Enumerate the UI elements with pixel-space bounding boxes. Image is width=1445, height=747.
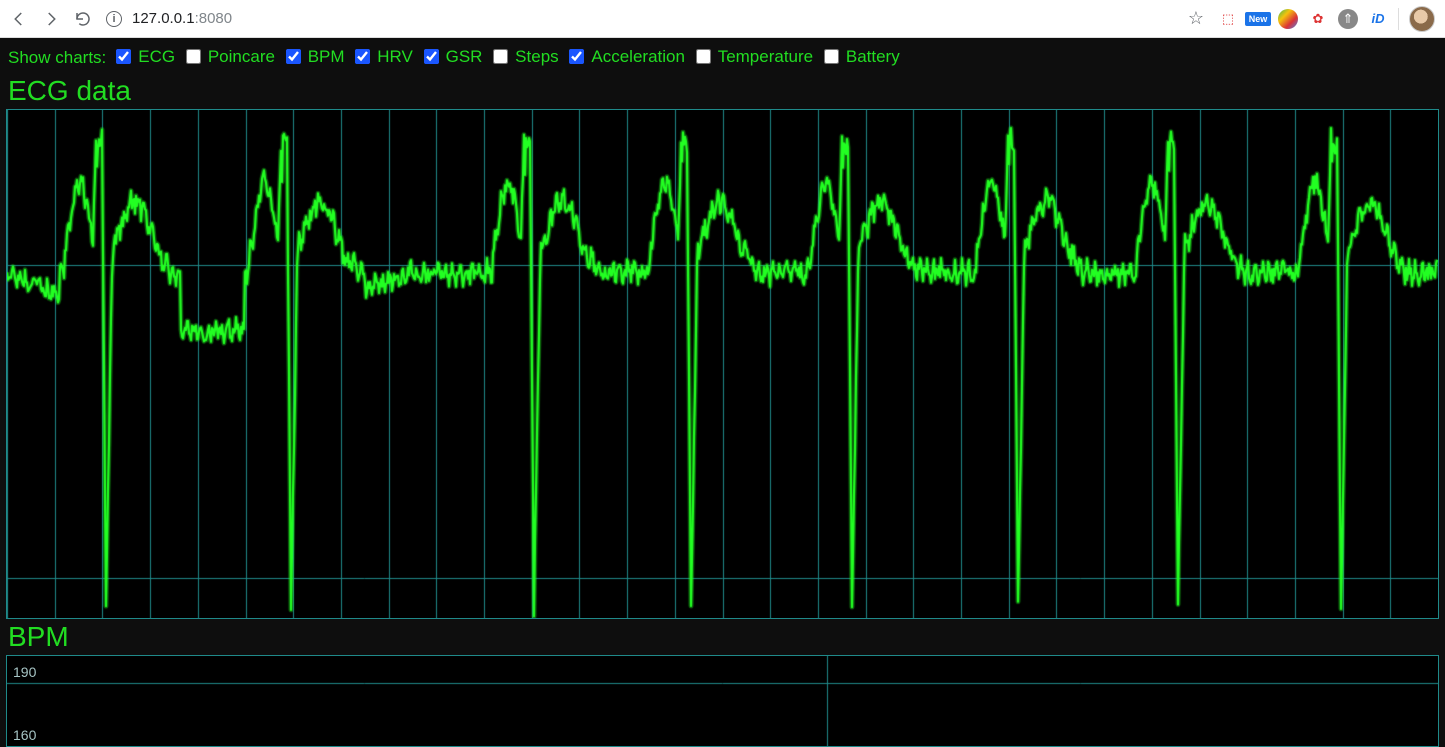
checkbox-poincare[interactable]: Poincare bbox=[182, 46, 275, 67]
site-info-icon[interactable]: i bbox=[106, 11, 122, 27]
checkbox-input-gsr[interactable] bbox=[424, 49, 439, 64]
checkbox-label-bpm: BPM bbox=[308, 47, 345, 67]
reload-button[interactable] bbox=[74, 10, 92, 28]
checkbox-input-temp[interactable] bbox=[696, 49, 711, 64]
profile-avatar[interactable] bbox=[1409, 6, 1435, 32]
bpm-chart-title: BPM bbox=[8, 621, 1439, 653]
checkbox-label-gsr: GSR bbox=[446, 47, 483, 67]
ecg-chart[interactable] bbox=[6, 109, 1439, 619]
checkbox-input-battery[interactable] bbox=[824, 49, 839, 64]
checkbox-gsr[interactable]: GSR bbox=[420, 46, 483, 67]
checkbox-label-poincare: Poincare bbox=[208, 47, 275, 67]
bpm-ytick-0: 190 bbox=[13, 664, 36, 680]
chart-visibility-controls: Show charts: ECG Poincare BPM HRV GSR St… bbox=[6, 44, 1439, 73]
extensions-area: ⬚ New ✿ ⇑ iD bbox=[1218, 6, 1435, 32]
checkbox-input-ecg[interactable] bbox=[116, 49, 131, 64]
browser-toolbar: i 127.0.0.1:8080 ☆ ⬚ New ✿ ⇑ iD bbox=[0, 0, 1445, 38]
separator bbox=[1398, 8, 1399, 30]
checkbox-battery[interactable]: Battery bbox=[820, 46, 900, 67]
checkbox-input-hrv[interactable] bbox=[355, 49, 370, 64]
controls-label: Show charts: bbox=[8, 48, 106, 68]
app-root: Show charts: ECG Poincare BPM HRV GSR St… bbox=[0, 38, 1445, 747]
checkbox-input-poincare[interactable] bbox=[186, 49, 201, 64]
checkbox-temp[interactable]: Temperature bbox=[692, 46, 813, 67]
address-bar[interactable]: i 127.0.0.1:8080 bbox=[106, 10, 1174, 27]
url-port: :8080 bbox=[195, 10, 233, 27]
bookmark-star-icon[interactable]: ☆ bbox=[1188, 8, 1204, 29]
checkbox-bpm[interactable]: BPM bbox=[282, 46, 345, 67]
checkbox-label-ecg: ECG bbox=[138, 47, 175, 67]
extension-icon-5[interactable]: ⇑ bbox=[1338, 9, 1358, 29]
extension-icon-3[interactable] bbox=[1278, 9, 1298, 29]
back-button[interactable] bbox=[10, 10, 28, 28]
checkbox-label-accel: Acceleration bbox=[591, 47, 685, 67]
checkbox-accel[interactable]: Acceleration bbox=[565, 46, 685, 67]
forward-button[interactable] bbox=[42, 10, 60, 28]
checkbox-input-bpm[interactable] bbox=[286, 49, 301, 64]
url-host: 127.0.0.1 bbox=[132, 10, 195, 27]
checkbox-ecg[interactable]: ECG bbox=[112, 46, 175, 67]
extension-icon-4[interactable]: ✿ bbox=[1308, 9, 1328, 29]
checkbox-label-hrv: HRV bbox=[377, 47, 413, 67]
checkbox-label-battery: Battery bbox=[846, 47, 900, 67]
checkbox-label-temp: Temperature bbox=[718, 47, 813, 67]
extension-icon-1[interactable]: ⬚ bbox=[1218, 9, 1238, 29]
checkbox-hrv[interactable]: HRV bbox=[351, 46, 413, 67]
checkbox-input-steps[interactable] bbox=[493, 49, 508, 64]
checkbox-steps[interactable]: Steps bbox=[489, 46, 558, 67]
checkbox-input-accel[interactable] bbox=[569, 49, 584, 64]
extension-icon-id[interactable]: iD bbox=[1368, 9, 1388, 29]
bpm-ytick-1: 160 bbox=[13, 727, 36, 743]
bpm-chart[interactable]: 190 160 bbox=[6, 655, 1439, 747]
checkbox-label-steps: Steps bbox=[515, 47, 558, 67]
ecg-chart-title: ECG data bbox=[8, 75, 1439, 107]
extension-icon-new[interactable]: New bbox=[1248, 9, 1268, 29]
